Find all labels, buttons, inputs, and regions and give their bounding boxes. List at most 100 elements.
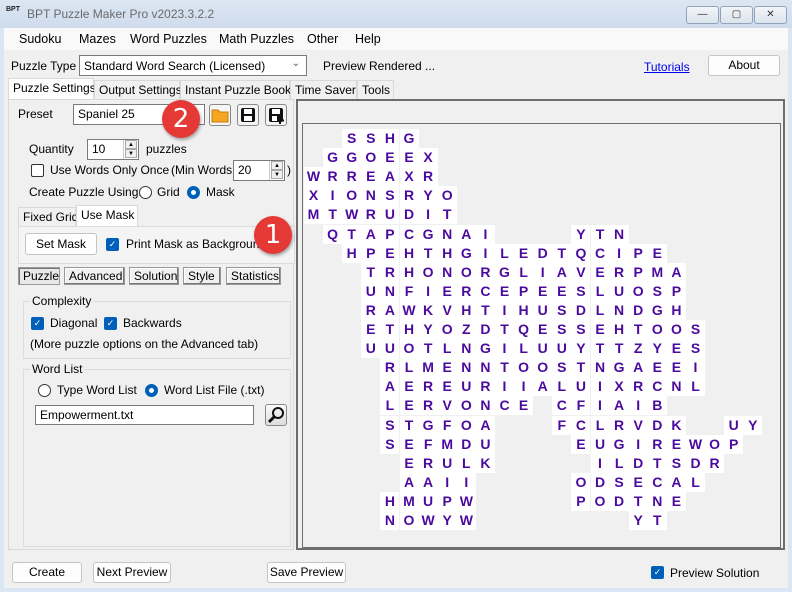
grid-letter: F	[437, 415, 457, 435]
grid-letter: R	[418, 453, 438, 473]
grid-letter: G	[323, 148, 343, 168]
grid-letter: N	[609, 300, 629, 320]
grid-letter: D	[609, 491, 629, 511]
maximize-button[interactable]: ▢	[720, 6, 753, 24]
type-word-list-radio[interactable]	[38, 384, 51, 397]
set-mask-button[interactable]: Set Mask	[25, 233, 97, 255]
close-button[interactable]: ✕	[754, 6, 787, 24]
subtab-advanced[interactable]: Advanced	[64, 267, 125, 285]
browse-file-button[interactable]	[265, 404, 287, 426]
spin-down-icon[interactable]: ▼	[271, 170, 283, 179]
grid-letter: S	[609, 472, 629, 492]
grid-letter: P	[724, 434, 744, 454]
grid-letter: H	[380, 491, 400, 511]
tab-fixed-grid[interactable]: Fixed Grid	[18, 207, 78, 226]
grid-letter: U	[437, 453, 457, 473]
print-mask-checkbox[interactable]: ✓	[106, 238, 119, 251]
spin-up-icon[interactable]: ▲	[125, 140, 137, 149]
grid-letter: U	[533, 300, 553, 320]
grid-letter: E	[647, 358, 667, 378]
grid-letter: I	[495, 339, 514, 359]
minimize-icon: —	[697, 9, 708, 20]
subtab-puzzle[interactable]: Puzzle	[18, 267, 60, 285]
grid-letter: F	[552, 415, 572, 435]
grid-letter: X	[418, 148, 438, 168]
use-words-once-checkbox[interactable]	[31, 164, 44, 177]
grid-letter: O	[456, 262, 476, 282]
grid-letter: G	[609, 358, 629, 378]
grid-letter: Z	[456, 320, 476, 339]
puzzle-type-select[interactable]: Standard Word Search (Licensed) ⌄	[79, 55, 307, 76]
subtab-statistics[interactable]: Statistics	[226, 267, 281, 285]
tutorials-link[interactable]: Tutorials	[644, 60, 690, 74]
grid-letter: T	[475, 300, 495, 320]
min-words-spin-buttons[interactable]: ▲ ▼	[269, 161, 284, 180]
grid-letter: P	[361, 243, 381, 263]
grid-letter: S	[686, 339, 705, 359]
menu-help[interactable]: Help	[355, 32, 381, 46]
tab-time-saver[interactable]: Time Saver	[290, 80, 357, 99]
grid-letter: H	[380, 129, 400, 148]
menu-word-puzzles[interactable]: Word Puzzles	[130, 32, 207, 46]
backwards-checkbox[interactable]: ✓	[104, 317, 117, 330]
menu-other[interactable]: Other	[307, 32, 338, 46]
puzzle-settings-panel: Preset Spaniel 25 Quantity 10 ▲ ▼ puzzles…	[8, 99, 295, 550]
grid-letter: A	[552, 262, 572, 282]
spin-up-icon[interactable]: ▲	[271, 161, 283, 170]
grid-letter: E	[666, 358, 686, 378]
grid-letter: A	[475, 415, 495, 435]
open-preset-button[interactable]	[209, 104, 231, 126]
main-window: Sudoku Mazes Word Puzzles Math Puzzles O…	[4, 28, 788, 588]
tab-use-mask[interactable]: Use Mask	[76, 205, 138, 226]
subtab-style[interactable]: Style	[183, 267, 221, 285]
subtab-solution[interactable]: Solution	[129, 267, 179, 285]
create-using-grid-radio[interactable]	[139, 186, 152, 199]
grid-letter: S	[686, 320, 705, 339]
grid-letter: N	[380, 511, 400, 530]
grid-letter: O	[647, 320, 667, 339]
create-using-label: Create Puzzle Using:	[29, 185, 142, 199]
grid-letter: H	[666, 300, 686, 320]
save-as-preset-button[interactable]	[265, 104, 287, 126]
quantity-spin-buttons[interactable]: ▲ ▼	[123, 140, 138, 159]
save-preset-button[interactable]	[237, 104, 259, 126]
word-search-grid: SSHGGGOEEXWRREAXRXIONSRYOMTWRUDITQTAPCGN…	[302, 123, 781, 548]
diagonal-checkbox[interactable]: ✓	[31, 317, 44, 330]
tab-puzzle-settings[interactable]: Puzzle Settings	[8, 78, 96, 99]
grid-letter: I	[686, 358, 705, 378]
create-using-mask-radio[interactable]	[187, 186, 200, 199]
menu-mazes[interactable]: Mazes	[79, 32, 116, 46]
menu-sudoku[interactable]: Sudoku	[19, 32, 61, 46]
tab-tools[interactable]: Tools	[357, 80, 394, 99]
grid-letter: T	[647, 453, 667, 473]
minimize-button[interactable]: —	[686, 6, 719, 24]
grid-letter: E	[361, 320, 381, 339]
grid-letter: O	[628, 281, 648, 301]
grid-letter: T	[609, 339, 629, 359]
grid-letter: E	[590, 320, 610, 339]
grid-letter: R	[475, 262, 495, 282]
grid-letter: V	[437, 300, 457, 320]
grid-letter: E	[514, 396, 534, 416]
maximize-icon: ▢	[731, 9, 742, 20]
grid-letter: K	[666, 415, 686, 435]
word-list-file-input[interactable]: Empowerment.txt	[35, 405, 254, 425]
next-preview-button[interactable]: Next Preview	[93, 562, 171, 583]
quantity-unit: puzzles	[146, 142, 187, 156]
grid-letter: U	[533, 339, 553, 359]
grid-letter: G	[647, 300, 667, 320]
save-as-icon	[269, 108, 284, 124]
tab-instant-puzzle-books[interactable]: Instant Puzzle Books	[180, 80, 297, 99]
grid-letter: S	[380, 186, 400, 206]
preview-solution-checkbox[interactable]: ✓	[651, 566, 664, 579]
about-button[interactable]: About	[708, 55, 780, 76]
save-preview-button[interactable]: Save Preview	[267, 562, 346, 583]
menu-math-puzzles[interactable]: Math Puzzles	[219, 32, 294, 46]
grid-letter: C	[647, 472, 667, 492]
tab-output-settings[interactable]: Output Settings	[94, 80, 182, 99]
grid-letter: I	[609, 243, 629, 263]
grid-letter: E	[628, 472, 648, 492]
create-button[interactable]: Create	[12, 562, 82, 583]
spin-down-icon[interactable]: ▼	[125, 149, 137, 158]
word-list-file-radio[interactable]	[145, 384, 158, 397]
